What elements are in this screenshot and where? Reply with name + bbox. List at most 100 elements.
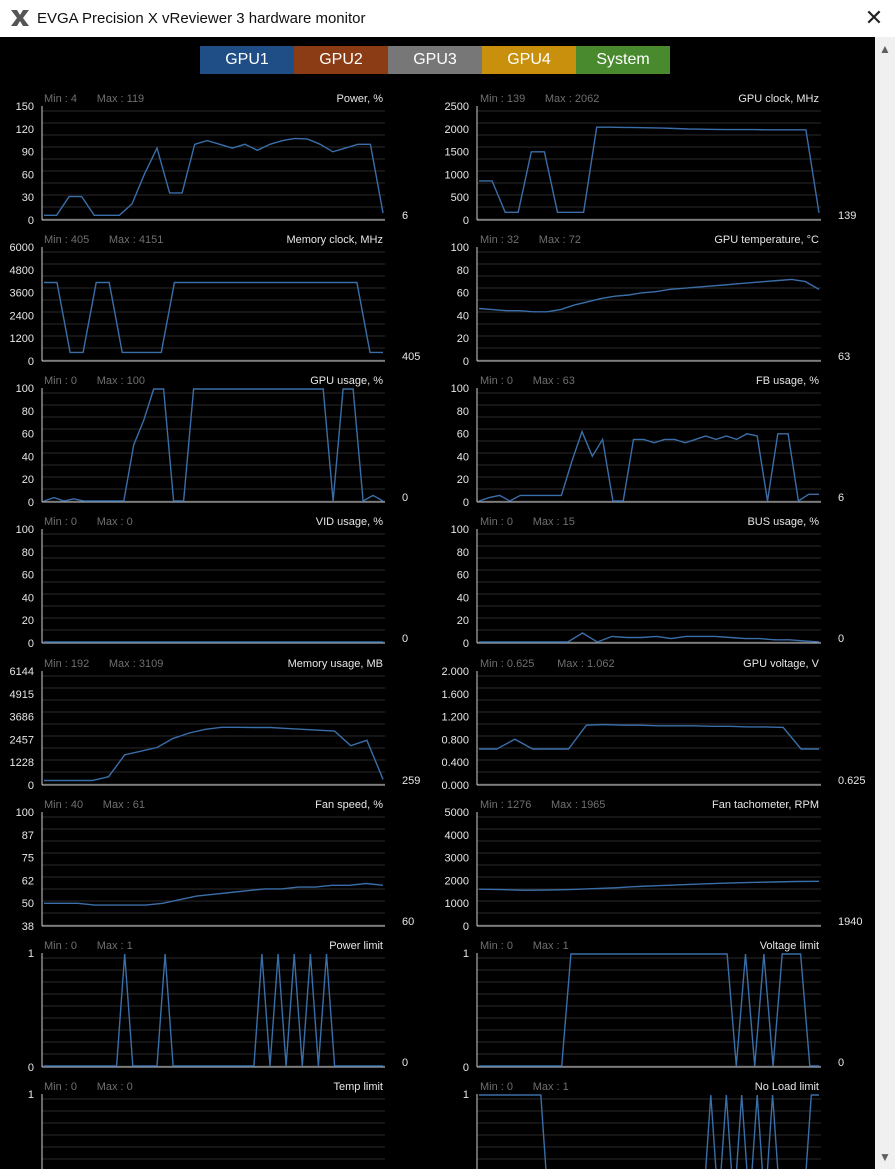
fan-tachometer-rpm-max-label: Max : 1965 [551, 799, 605, 811]
close-button[interactable]: ✕ [862, 6, 886, 30]
power-y-tick: 0 [28, 215, 34, 227]
gpu-usage-title: GPU usage, % [310, 375, 383, 387]
window-title: EVGA Precision X vReviewer 3 hardware mo… [37, 10, 366, 27]
power-limit-y-tick: 0 [28, 1062, 34, 1074]
no-load-limit-title: No Load limit [755, 1081, 819, 1093]
fan-tachometer-rpm-y-tick: 2000 [445, 875, 469, 887]
power-y-tick: 120 [16, 124, 34, 136]
power-limit-y-tick: 1 [28, 948, 34, 960]
voltage-limit-current-value: 0 [838, 1057, 844, 1069]
fb-usage-min-label: Min : 0 [480, 375, 513, 387]
scroll-down-icon[interactable]: ▼ [875, 1147, 895, 1167]
gpu-usage-y-tick: 60 [22, 429, 34, 441]
fb-usage-title: FB usage, % [756, 375, 819, 387]
bus-usage-y-tick: 60 [457, 570, 469, 582]
gpu-temperature-c-y-tick: 20 [457, 333, 469, 345]
bus-usage-y-tick: 80 [457, 547, 469, 559]
tab-gpu2[interactable]: GPU2 [294, 46, 388, 74]
vid-usage-y-tick: 40 [22, 592, 34, 604]
power-limit-chart: Min : 0 Max : 1 Power limit 1 0 0 [28, 940, 408, 1074]
fan-speed-y-tick: 87 [22, 830, 34, 842]
fan-tachometer-rpm-y-tick: 1000 [445, 898, 469, 910]
scroll-up-icon[interactable]: ▲ [875, 39, 895, 59]
gpu-clock-mhz-min-label: Min : 139 [480, 93, 525, 105]
fan-tachometer-rpm-y-tick: 4000 [445, 830, 469, 842]
no-load-limit-min-label: Min : 0 [480, 1081, 513, 1093]
fan-tachometer-rpm-current-value: 1940 [838, 916, 862, 928]
fan-speed-y-tick: 62 [22, 875, 34, 887]
fan-speed-y-tick: 38 [22, 921, 34, 933]
voltage-limit-title: Voltage limit [760, 940, 819, 952]
memory-clock-mhz-chart: Min : 405 Max : 4151 Memory clock, MHz 6000… [10, 234, 421, 368]
voltage-limit-y-tick: 0 [463, 1062, 469, 1074]
fan-speed-y-tick: 50 [22, 898, 34, 910]
memory-clock-mhz-title: Memory clock, MHz [286, 234, 383, 246]
gpu-clock-mhz-max-label: Max : 2062 [545, 93, 599, 105]
voltage-limit-chart: Min : 0 Max : 1 Voltage limit 1 0 0 [463, 940, 844, 1074]
temp-limit-max-label: Max : 0 [97, 1081, 133, 1093]
fan-speed-chart: Min : 40 Max : 61 Fan speed, % 100 87 75 62 50 3… [16, 799, 415, 933]
no-load-limit-y-tick: 1 [463, 1089, 469, 1101]
vid-usage-min-label: Min : 0 [44, 516, 77, 528]
memory-usage-mb-y-tick: 1228 [10, 757, 34, 769]
fb-usage-current-value: 6 [838, 492, 844, 504]
tab-system[interactable]: System [576, 46, 670, 74]
vid-usage-chart: Min : 0 Max : 0 VID usage, % 100 80 60 40 20 0 0 [16, 516, 408, 650]
memory-usage-mb-current-value: 259 [402, 775, 420, 787]
power-chart: Min : 4 Max : 119 Power, % 150 120 90 60 30 0 6 [16, 93, 408, 227]
vid-usage-y-tick: 100 [16, 524, 34, 536]
fan-speed-current-value: 60 [402, 916, 414, 928]
vid-usage-current-value: 0 [402, 633, 408, 645]
temp-limit-chart: Min : 0 Max : 0 Temp limit 1 [28, 1081, 385, 1169]
gpu-usage-y-tick: 20 [22, 474, 34, 486]
power-current-value: 6 [402, 210, 408, 222]
memory-clock-mhz-min-label: Min : 405 [44, 234, 89, 246]
gpu-voltage-v-min-label: Min : 0.625 [480, 658, 534, 670]
memory-usage-mb-y-tick: 3686 [10, 712, 34, 724]
memory-clock-mhz-max-label: Max : 4151 [109, 234, 163, 246]
gpu-clock-mhz-y-tick: 2500 [445, 101, 469, 113]
memory-usage-mb-y-tick: 0 [28, 780, 34, 792]
fan-tachometer-rpm-y-tick: 3000 [445, 853, 469, 865]
memory-clock-mhz-current-value: 405 [402, 351, 420, 363]
tab-gpu1[interactable]: GPU1 [200, 46, 294, 74]
bus-usage-max-label: Max : 15 [533, 516, 575, 528]
gpu-temperature-c-y-tick: 100 [451, 242, 469, 254]
vid-usage-y-tick: 20 [22, 615, 34, 627]
memory-usage-mb-min-label: Min : 192 [44, 658, 89, 670]
power-y-tick: 30 [22, 192, 34, 204]
gpu-usage-y-tick: 80 [22, 406, 34, 418]
fan-tachometer-rpm-y-tick: 5000 [445, 807, 469, 819]
gpu-voltage-v-y-tick: 1.200 [441, 712, 469, 724]
tab-gpu3[interactable]: GPU3 [388, 46, 482, 74]
memory-clock-mhz-y-tick: 3600 [10, 288, 34, 300]
gpu-temperature-c-y-tick: 60 [457, 288, 469, 300]
voltage-limit-min-label: Min : 0 [480, 940, 513, 952]
memory-usage-mb-y-tick: 6144 [10, 666, 34, 678]
gpu-clock-mhz-y-tick: 2000 [445, 124, 469, 136]
bus-usage-title: BUS usage, % [747, 516, 819, 528]
fan-tachometer-rpm-title: Fan tachometer, RPM [712, 799, 819, 811]
fb-usage-y-tick: 0 [463, 497, 469, 509]
voltage-limit-max-label: Max : 1 [533, 940, 569, 952]
fan-tachometer-rpm-chart: Min : 1276 Max : 1965 Fan tachometer, RPM 5… [445, 799, 863, 933]
gpu-temperature-c-current-value: 63 [838, 351, 850, 363]
fan-tachometer-rpm-y-tick: 0 [463, 921, 469, 933]
bus-usage-y-tick: 20 [457, 615, 469, 627]
power-min-label: Min : 4 [44, 93, 77, 105]
gpu-usage-min-label: Min : 0 [44, 375, 77, 387]
vid-usage-y-tick: 0 [28, 638, 34, 650]
device-tabs: GPU1 GPU2 GPU3 GPU4 System [200, 46, 670, 74]
gpu-clock-mhz-y-tick: 0 [463, 215, 469, 227]
fb-usage-y-tick: 100 [451, 383, 469, 395]
memory-usage-mb-max-label: Max : 3109 [109, 658, 163, 670]
fb-usage-y-tick: 80 [457, 406, 469, 418]
power-limit-title: Power limit [329, 940, 383, 952]
vertical-scrollbar[interactable]: ▲ ▼ [875, 37, 895, 1169]
memory-clock-mhz-y-tick: 0 [28, 356, 34, 368]
fb-usage-y-tick: 40 [457, 451, 469, 463]
bus-usage-chart: Min : 0 Max : 15 BUS usage, % 100 80 60 40 20 0 0 [451, 516, 844, 650]
tab-gpu4[interactable]: GPU4 [482, 46, 576, 74]
vid-usage-max-label: Max : 0 [97, 516, 133, 528]
gpu-usage-y-tick: 0 [28, 497, 34, 509]
